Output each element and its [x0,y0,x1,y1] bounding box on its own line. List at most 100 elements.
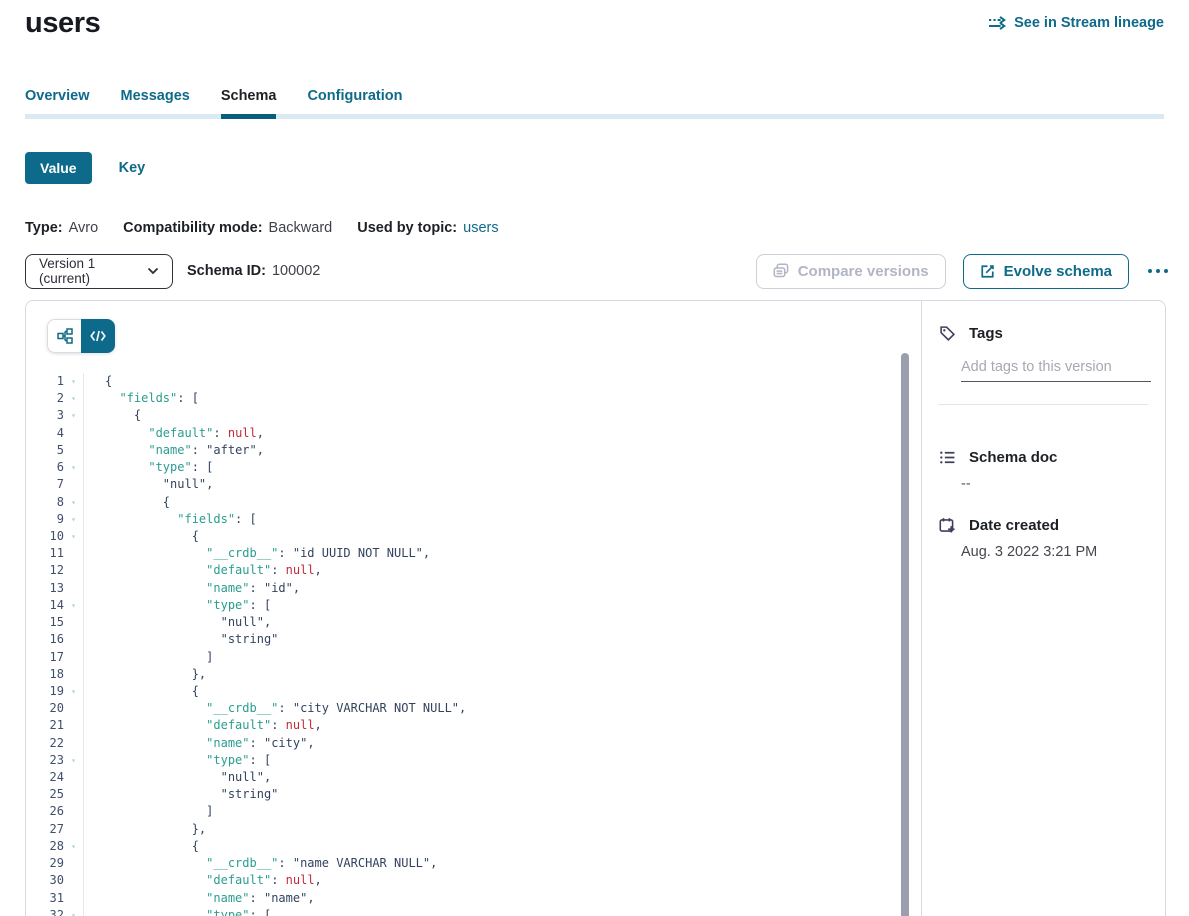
code-line: 7 "null", [40,476,900,493]
tree-view-button[interactable] [47,319,81,353]
schema-id: Schema ID: 100002 [187,263,320,279]
fold-arrow-icon[interactable]: ▾ [64,459,84,476]
fold-arrow-icon[interactable]: ▾ [64,597,84,614]
compatibility-mode: Compatibility mode: Backward [123,220,332,236]
code-text: "__crdb__": "name VARCHAR NULL", [84,855,437,872]
fold-arrow-icon[interactable]: ▾ [64,373,84,390]
tab-bar: Overview Messages Schema Configuration [25,88,1164,119]
stream-lineage-icon [988,16,1006,30]
line-number: 7 [40,476,64,493]
date-created-header: Date created [939,517,1059,534]
line-number: 15 [40,614,64,631]
value-tab-button[interactable]: Value [25,152,92,184]
more-options-button[interactable] [1146,263,1170,279]
fold-arrow-icon[interactable]: ▾ [64,494,84,511]
line-number: 16 [40,631,64,648]
fold-gutter [64,666,84,683]
editor-view-toggle [47,319,115,353]
fold-arrow-icon[interactable]: ▾ [64,907,84,916]
code-line: 25 "string" [40,786,900,803]
line-number: 12 [40,562,64,579]
code-text: ] [84,649,213,666]
fold-arrow-icon[interactable]: ▾ [64,683,84,700]
code-line: 27 }, [40,821,900,838]
code-line: 23▾ "type": [ [40,752,900,769]
fold-arrow-icon[interactable]: ▾ [64,752,84,769]
fold-gutter [64,700,84,717]
code-line: 2▾ "fields": [ [40,390,900,407]
code-text: "name": "city", [84,735,315,752]
code-lines: 1▾{2▾ "fields": [3▾ {4 "default": null,5… [40,373,900,916]
tab-overview[interactable]: Overview [25,88,90,119]
code-text: "fields": [ [84,511,257,528]
code-line: 1▾{ [40,373,900,390]
schema-code-editor[interactable]: 1▾{2▾ "fields": [3▾ {4 "default": null,5… [40,373,900,916]
line-number: 27 [40,821,64,838]
line-number: 17 [40,649,64,666]
line-number: 23 [40,752,64,769]
code-text: { [84,494,170,511]
fold-arrow-icon[interactable]: ▾ [64,390,84,407]
tab-schema[interactable]: Schema [221,88,277,119]
schema-doc-header: Schema doc [939,449,1057,466]
schema-type: Type: Avro [25,220,98,236]
line-number: 18 [40,666,64,683]
compare-versions-button[interactable]: Compare versions [756,254,946,289]
fold-gutter [64,803,84,820]
code-line: 5 "name": "after", [40,442,900,459]
line-number: 31 [40,890,64,907]
line-number: 22 [40,735,64,752]
fold-arrow-icon[interactable]: ▾ [64,838,84,855]
line-number: 29 [40,855,64,872]
topic-link[interactable]: users [463,220,498,236]
code-line: 18 }, [40,666,900,683]
fold-gutter [64,769,84,786]
calendar-icon [939,517,956,534]
editor-scrollbar[interactable] [901,353,909,916]
date-created-value: Aug. 3 2022 3:21 PM [961,544,1097,560]
code-line: 13 "name": "id", [40,580,900,597]
add-tags-input[interactable] [961,359,1151,382]
code-text: "default": null, [84,872,322,889]
used-by-topic: Used by topic: users [357,220,498,236]
code-text: { [84,407,141,424]
fold-gutter [64,735,84,752]
edit-icon [980,264,995,279]
code-text: "default": null, [84,425,264,442]
version-toolbar: Version 1 (current) Schema ID: 100002 Co… [25,253,1170,289]
see-in-stream-lineage-link[interactable]: See in Stream lineage [988,15,1164,31]
line-number: 13 [40,580,64,597]
line-number: 1 [40,373,64,390]
version-select[interactable]: Version 1 (current) [25,254,173,289]
fold-gutter [64,580,84,597]
tab-messages[interactable]: Messages [121,88,190,119]
code-line: 3▾ { [40,407,900,424]
fold-arrow-icon[interactable]: ▾ [64,511,84,528]
code-line: 24 "null", [40,769,900,786]
fold-arrow-icon[interactable]: ▾ [64,407,84,424]
fold-gutter [64,821,84,838]
code-text: "type": [ [84,752,271,769]
fold-gutter [64,890,84,907]
tab-configuration[interactable]: Configuration [307,88,402,119]
date-created-title: Date created [969,517,1059,534]
code-line: 20 "__crdb__": "city VARCHAR NOT NULL", [40,700,900,717]
line-number: 32 [40,907,64,916]
tree-view-icon [57,328,73,344]
evolve-schema-button[interactable]: Evolve schema [963,254,1129,289]
code-text: "fields": [ [84,390,199,407]
line-number: 30 [40,872,64,889]
code-text: "null", [84,476,213,493]
code-line: 29 "__crdb__": "name VARCHAR NULL", [40,855,900,872]
code-text: }, [84,666,206,683]
fold-gutter [64,872,84,889]
code-line: 32▾ "type": [ [40,907,900,916]
line-number: 28 [40,838,64,855]
code-view-button[interactable] [81,319,115,353]
key-tab-link[interactable]: Key [119,160,146,176]
code-text: ] [84,803,213,820]
fold-arrow-icon[interactable]: ▾ [64,528,84,545]
line-number: 4 [40,425,64,442]
schema-meta-row: Type: Avro Compatibility mode: Backward … [25,220,499,236]
code-line: 10▾ { [40,528,900,545]
